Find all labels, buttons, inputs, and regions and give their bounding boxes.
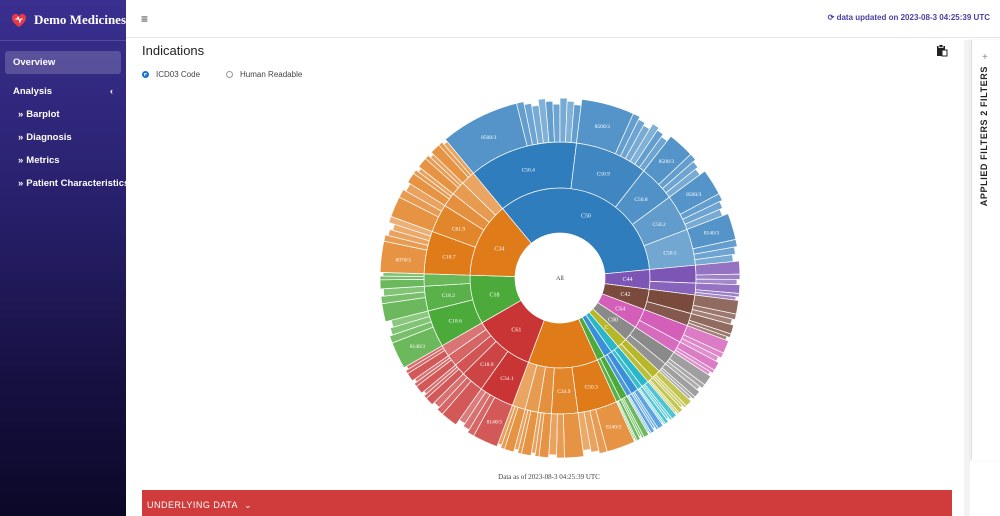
filters-panel-tab[interactable]: + APPLIED FILTERS 2 FILTERS xyxy=(971,40,1000,460)
sidebar-item-metrics[interactable]: » Metrics xyxy=(5,149,121,172)
double-chevron-right-icon: » xyxy=(18,178,24,189)
sunburst-middle-label: C50.8 xyxy=(634,197,648,203)
double-chevron-right-icon: » xyxy=(18,155,24,166)
radio-label: ICD03 Code xyxy=(156,70,201,79)
sunburst-inner-label: C50 xyxy=(581,214,591,220)
sunburst-middle-label: C50.2 xyxy=(652,222,666,228)
sunburst-inner-label: C xyxy=(605,325,609,331)
data-updated-status: ⟳ data updated on 2023-08-3 04:25:39 UTC xyxy=(828,13,990,22)
sunburst-inner-label: C61 xyxy=(511,327,521,333)
sunburst-outer-label: 8500/3 xyxy=(481,135,497,141)
chevron-down-icon: ⌄ xyxy=(244,500,253,510)
indications-sunburst-chart[interactable]: C50 C50.4 8500/3 C50.9 8500/3 C50.8 8500/3 C50.… xyxy=(378,96,742,460)
label-mode-radio-group: ICD03 Code Human Readable xyxy=(142,70,302,79)
sunburst-middle-label: C18.2 xyxy=(442,293,456,299)
double-chevron-right-icon: » xyxy=(18,109,24,120)
sunburst-inner-label: C18 xyxy=(490,292,500,298)
sunburst-inner-label: C42 xyxy=(621,292,631,298)
filters-tab-label: APPLIED FILTERS 2 FILTERS xyxy=(979,66,989,207)
sunburst-outer-segment[interactable] xyxy=(556,413,565,459)
sidebar-item-barplot[interactable]: » Barplot xyxy=(5,103,121,126)
radio-selected-icon xyxy=(142,71,149,78)
sunburst-middle-label: C50.5 xyxy=(663,250,677,256)
sidebar-item-label: Patient Characteristics xyxy=(26,178,130,189)
sunburst-outer-segment[interactable] xyxy=(552,103,561,143)
double-chevron-right-icon: » xyxy=(18,132,24,143)
updated-timestamp: 2023-08-3 04:25:39 xyxy=(900,13,972,22)
page-title: Indications xyxy=(142,43,205,58)
data-as-of-caption: Data as of 2023-08-3 04:25:39 UTC xyxy=(498,473,600,481)
sunburst-outer-label: 8500/3 xyxy=(659,159,675,165)
top-bar: ≡ ⟳ data updated on 2023-08-3 04:25:39 U… xyxy=(126,0,1000,38)
underlying-data-toggle[interactable]: UNDERLYING DATA ⌄ xyxy=(142,490,952,516)
sunburst-outer-label: 8500/3 xyxy=(595,124,611,130)
sunburst-inner-label: C44 xyxy=(622,277,632,283)
sidebar-item-label: Metrics xyxy=(26,155,60,166)
heart-logo-icon xyxy=(11,13,27,28)
sunburst-inner-label: C34 xyxy=(494,246,504,252)
sunburst-inner-label: C64 xyxy=(615,306,625,312)
sunburst-middle-label: C50.3 xyxy=(585,385,599,391)
sunburst-outer-label: 8140/3 xyxy=(606,425,622,431)
sunburst-outer-label: 8500/3 xyxy=(686,192,702,198)
radio-label: Human Readable xyxy=(240,70,303,79)
plus-icon[interactable]: + xyxy=(982,52,988,63)
sunburst-middle-label: C50.9 xyxy=(597,172,611,178)
radio-unselected-icon xyxy=(226,71,234,78)
sidebar-item-patient-characteristics[interactable]: » Patient Characteristics xyxy=(5,172,129,195)
sidebar: Demo Medicines Overview Analysis ‹ » Barp… xyxy=(0,0,129,516)
sunburst-middle-label: C34.1 xyxy=(500,376,514,382)
brand-name: Demo Medicines xyxy=(33,12,126,27)
radio-human-readable[interactable]: Human Readable xyxy=(226,70,302,79)
clipboard-icon[interactable] xyxy=(936,44,948,57)
brand[interactable]: Demo Medicines xyxy=(0,0,126,41)
radio-icd03-code[interactable]: ICD03 Code xyxy=(142,70,200,79)
sunburst-middle-label: C18.6 xyxy=(449,318,463,324)
sunburst-middle-label: C34.9 xyxy=(557,389,571,395)
sunburst-outer-label: 8140/3 xyxy=(410,344,426,350)
sunburst-middle-label: C18.7 xyxy=(442,255,456,261)
sidebar-item-overview[interactable]: Overview xyxy=(5,51,121,74)
sunburst-inner-label: C80 xyxy=(608,318,618,324)
hamburger-menu-icon[interactable]: ≡ xyxy=(141,12,148,26)
sidebar-item-diagnosis[interactable]: » Diagnosis xyxy=(5,126,121,149)
sidebar-item-label: Analysis xyxy=(13,86,53,97)
sunburst-middle-label: C18.9 xyxy=(480,362,494,368)
sidebar-item-label: Barplot xyxy=(26,109,60,120)
sunburst-center-label: All xyxy=(556,276,564,282)
sunburst-outer-label: 8070/3 xyxy=(395,257,411,263)
sidebar-item-label: Diagnosis xyxy=(26,132,72,143)
scrollbar[interactable] xyxy=(964,40,970,516)
sidebar-nav: Overview Analysis ‹ » Barplot » Diagnosis … xyxy=(0,41,129,195)
sidebar-item-analysis[interactable]: Analysis ‹ xyxy=(5,80,121,103)
main-content: Indications ICD03 Code Human Readable C5… xyxy=(128,38,970,516)
updated-label: data updated on xyxy=(836,13,899,22)
underlying-data-label: UNDERLYING DATA xyxy=(147,500,239,510)
sunburst-outer-segment[interactable] xyxy=(695,273,741,280)
sunburst-outer-label: 8140/3 xyxy=(704,231,720,237)
updated-timezone: UTC xyxy=(973,13,990,22)
sunburst-middle-label: C50.4 xyxy=(522,168,536,174)
refresh-icon: ⟳ xyxy=(827,13,835,22)
sunburst-outer-label: 8140/3 xyxy=(487,420,503,426)
chevron-left-icon: ‹ xyxy=(109,86,113,97)
sunburst-middle-label: C61.9 xyxy=(452,226,466,232)
